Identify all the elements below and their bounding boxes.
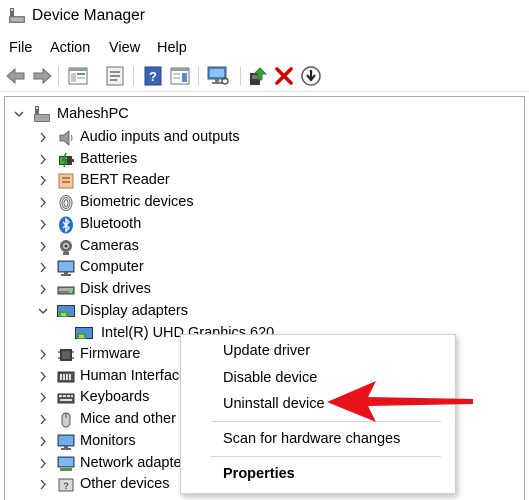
back-icon[interactable] xyxy=(4,64,28,88)
chevron-right-icon[interactable] xyxy=(37,453,49,474)
menu-item-disable-device[interactable]: Disable device xyxy=(223,368,317,388)
speaker-icon xyxy=(59,130,73,146)
display-adapter-icon xyxy=(75,327,93,339)
disk-drive-icon xyxy=(57,286,75,295)
window-title: Device Manager xyxy=(32,7,145,24)
menu-item-uninstall-device[interactable]: Uninstall device xyxy=(223,394,325,414)
toolbar-separator xyxy=(240,66,241,86)
svg-text:?: ? xyxy=(63,481,69,491)
camera-icon xyxy=(60,239,72,255)
toolbar: ? xyxy=(0,62,529,92)
svg-text:?: ? xyxy=(149,69,157,84)
tree-item-label: Other devices xyxy=(80,476,170,493)
toolbar-separator xyxy=(133,66,134,86)
battery-icon xyxy=(59,152,74,167)
tree-item-label: Monitors xyxy=(80,432,136,449)
tree-item-label: Human Interface xyxy=(80,367,188,384)
chevron-right-icon[interactable] xyxy=(37,344,49,365)
tree-item-label: Audio inputs and outputs xyxy=(80,129,240,145)
tree-item-label: Network adapte xyxy=(80,454,182,471)
help-icon[interactable]: ? xyxy=(141,64,165,88)
tree-item-label: Computer xyxy=(80,259,144,276)
menu-item-properties[interactable]: Properties xyxy=(223,464,295,484)
fingerprint-icon xyxy=(59,195,73,212)
update-driver-icon[interactable] xyxy=(246,64,270,88)
chevron-right-icon[interactable] xyxy=(37,387,49,408)
network-adapter-icon xyxy=(57,456,75,471)
menu-help[interactable]: Help xyxy=(157,39,187,57)
firmware-icon xyxy=(58,349,74,361)
tree-item-label: Batteries xyxy=(80,150,138,167)
menu-item-scan-hardware[interactable]: Scan for hardware changes xyxy=(223,429,400,449)
chevron-right-icon[interactable] xyxy=(37,409,49,430)
chevron-right-icon[interactable] xyxy=(37,170,49,191)
tree-item-label: BERT Reader xyxy=(80,172,170,189)
keyboard-icon xyxy=(57,393,75,404)
tree-item-label: Keyboards xyxy=(80,389,150,406)
menu-action[interactable]: Action xyxy=(50,39,90,57)
chevron-right-icon[interactable] xyxy=(37,214,49,235)
tree-item-label: Mice and other p xyxy=(80,411,189,428)
human-interface-icon xyxy=(57,371,75,383)
monitor-icon xyxy=(57,434,75,450)
menu-view[interactable]: View xyxy=(109,39,140,57)
device-manager-icon xyxy=(9,8,25,23)
tree-item-label: Bluetooth xyxy=(80,215,142,232)
chevron-right-icon[interactable] xyxy=(37,431,49,452)
chevron-right-icon[interactable] xyxy=(37,127,49,148)
tree-item-label: Disk drives xyxy=(80,280,151,297)
disable-device-icon[interactable] xyxy=(299,64,323,88)
bert-reader-icon xyxy=(58,173,74,189)
title-bar: Device Manager xyxy=(0,0,529,34)
tree-item-label: Display adapters xyxy=(80,302,188,319)
forward-icon[interactable] xyxy=(30,64,54,88)
toolbar-separator xyxy=(198,66,199,86)
computer-root-icon xyxy=(34,106,50,122)
monitor-scan-icon[interactable] xyxy=(206,64,230,88)
mouse-icon xyxy=(61,412,71,428)
bluetooth-icon xyxy=(59,216,73,234)
display-adapter-icon xyxy=(57,304,75,317)
tree-item-label: Cameras xyxy=(80,237,139,254)
chevron-right-icon[interactable] xyxy=(37,366,49,387)
show-hide-console-tree-icon[interactable] xyxy=(66,64,90,88)
chevron-down-icon[interactable] xyxy=(13,104,25,125)
menu-bar: File Action View Help xyxy=(0,36,529,60)
menu-separator xyxy=(211,456,441,457)
annotation-arrow-icon xyxy=(327,381,473,422)
computer-icon xyxy=(57,260,75,277)
chevron-right-icon[interactable] xyxy=(37,257,49,278)
chevron-right-icon[interactable] xyxy=(37,149,49,170)
properties-icon[interactable] xyxy=(103,64,127,88)
chevron-right-icon[interactable] xyxy=(37,192,49,213)
action-pane-icon[interactable] xyxy=(168,64,192,88)
menu-item-update-driver[interactable]: Update driver xyxy=(223,341,310,361)
menu-file[interactable]: File xyxy=(9,39,32,57)
tree-item-label: Firmware xyxy=(80,346,141,362)
tree-root-label: MaheshPC xyxy=(57,106,129,122)
toolbar-separator xyxy=(58,66,59,86)
chevron-right-icon[interactable] xyxy=(37,236,49,257)
tree-item-label: Biometric devices xyxy=(80,194,194,211)
chevron-down-icon[interactable] xyxy=(37,301,49,322)
uninstall-icon[interactable] xyxy=(272,64,296,88)
other-devices-icon: ? xyxy=(58,478,74,492)
chevron-right-icon[interactable] xyxy=(37,279,49,300)
chevron-right-icon[interactable] xyxy=(37,474,49,495)
